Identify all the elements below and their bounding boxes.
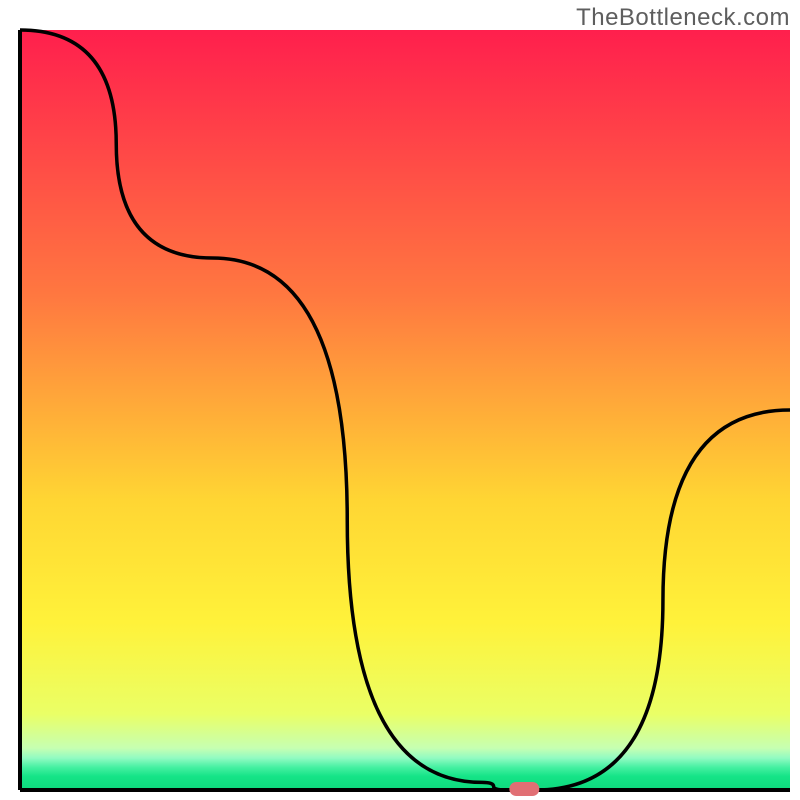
watermark-text: TheBottleneck.com bbox=[576, 4, 790, 32]
bottleneck-chart: TheBottleneck.com bbox=[0, 0, 800, 800]
optimal-marker bbox=[509, 782, 539, 796]
chart-svg bbox=[0, 0, 800, 800]
plot-background bbox=[20, 30, 790, 790]
